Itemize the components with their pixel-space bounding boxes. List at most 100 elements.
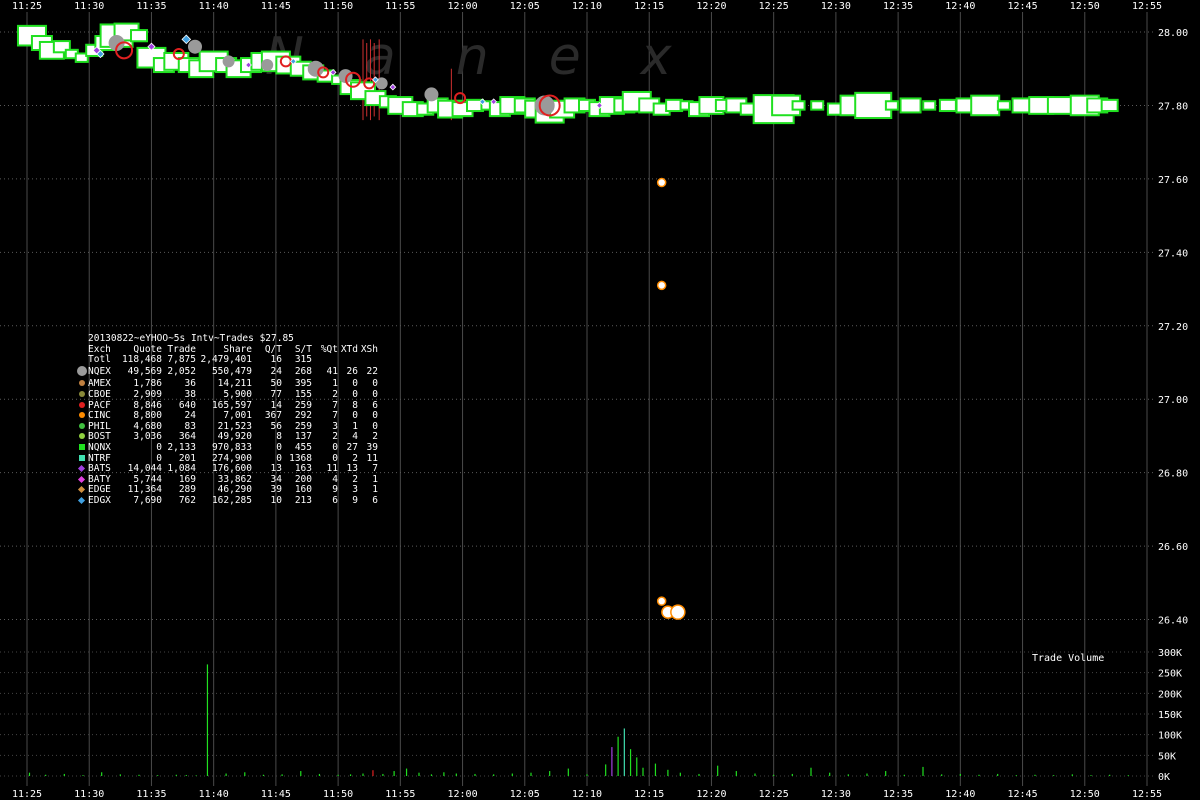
x-tick-label-bottom: 11:25 (12, 789, 42, 800)
vol-tick-label: 250K (1158, 669, 1182, 680)
cell-share: 5,900 (223, 388, 252, 400)
nqex-trade-marker (534, 95, 555, 116)
cell-qt: 77 (270, 388, 282, 400)
cell-quote: 49,569 (127, 366, 162, 378)
x-tick-label-bottom: 11:45 (261, 789, 291, 800)
exchange-stats-table: 20130822~eYHOO~5s Intv~Trades $27.85 Exc… (75, 333, 378, 507)
cell-xtd: 9 (352, 494, 358, 506)
stats-row-nqex: NQEX 49,569 2,052 550,479 24 268 41 26 22 (75, 365, 378, 380)
x-tick-label-bottom: 12:00 (448, 789, 478, 800)
nqnx-trade-marker (938, 98, 957, 113)
cell-trade: 7,875 (167, 354, 196, 366)
bost-marker-icon (75, 432, 88, 443)
cell-xsh: 22 (366, 366, 378, 378)
stats-title: 20130822~eYHOO~5s Intv~Trades $27.85 (88, 333, 294, 344)
cell-xsh: 39 (366, 441, 378, 453)
cell-qt: 16 (270, 354, 282, 366)
cell-exch: NQNX (88, 441, 111, 453)
vol-tick-label: 150K (1158, 710, 1182, 721)
nqnx-trade-marker (884, 100, 899, 111)
x-tick-label-bottom: 11:55 (385, 789, 415, 800)
stats-row-nqnx: NQNX 0 2,133 970,833 0 455 0 27 39 (75, 441, 378, 454)
volume-bars (28, 664, 1129, 776)
y-tick-label: 27.60 (1158, 175, 1188, 186)
x-tick-label-top: 12:45 (1008, 1, 1038, 12)
y-tick-label: 27.40 (1158, 248, 1188, 259)
x-tick-label-top: 12:00 (448, 1, 478, 12)
x-tick-label-bottom: 11:35 (136, 789, 166, 800)
y-tick-label: 27.20 (1158, 322, 1188, 333)
ntrf-marker-icon (75, 454, 88, 465)
x-tick-label-bottom: 12:15 (634, 789, 664, 800)
cell-qt: 0 (276, 441, 282, 453)
vol-tick-label: 200K (1158, 689, 1182, 700)
x-tick-label-top: 12:50 (1070, 1, 1100, 12)
col-xsh: XSh (360, 343, 378, 355)
col-pqt: %Qt (320, 343, 338, 355)
cell-quote: 2,909 (133, 388, 162, 400)
cinc-trade-marker (656, 596, 667, 606)
cell-exch: Totl (88, 354, 111, 366)
x-tick-label-bottom: 11:30 (74, 789, 104, 800)
nqex-trade-marker (261, 59, 274, 72)
x-tick-label-top: 11:45 (261, 1, 291, 12)
nqex-trade-marker (188, 39, 202, 54)
trade-markers (16, 22, 1119, 620)
pacf-marker-icon (75, 401, 88, 412)
nqnx-marker-icon (75, 443, 88, 454)
cell-trade: 38 (184, 388, 196, 400)
edgx-marker-icon (75, 496, 88, 507)
cell-share: 2,479,401 (200, 354, 252, 366)
cinc-trade-marker (656, 177, 667, 188)
x-tick-label-top: 12:05 (510, 1, 540, 12)
x-axis-top: 11:25 11:30 11:35 11:40 11:45 11:50 11:55 12:00… (12, 1, 1162, 12)
cell-qt: 10 (270, 494, 282, 506)
cell-quote: 0 (156, 441, 162, 453)
y-tick-label: 26.60 (1158, 542, 1188, 553)
cell-trade: 762 (178, 494, 196, 506)
cell-xtd: 0 (352, 388, 358, 400)
nqex-marker-icon (75, 365, 88, 380)
cell-st: 213 (294, 494, 312, 506)
y-tick-label: 26.80 (1158, 469, 1188, 480)
cell-xtd: 27 (346, 441, 358, 453)
x-tick-label-top: 12:10 (572, 1, 602, 12)
nqex-trade-marker (424, 87, 439, 102)
cell-trade: 2,052 (167, 366, 196, 378)
cinc-marker-icon (75, 411, 88, 422)
x-tick-label-top: 12:35 (883, 1, 913, 12)
bats-marker-icon (75, 464, 88, 475)
volume-label: Trade Volume (1032, 653, 1104, 664)
x-tick-label-top: 12:15 (634, 1, 664, 12)
x-tick-label-bottom: 12:55 (1132, 789, 1162, 800)
cell-exch: CBOE (88, 388, 111, 400)
cell-share: 162,285 (211, 494, 252, 506)
edge-marker-icon (75, 485, 88, 496)
nqnx-trade-marker (899, 97, 922, 114)
cell-st: 155 (294, 388, 312, 400)
cell-quote: 7,690 (133, 494, 162, 506)
cboe-marker-icon (75, 390, 88, 401)
amex-marker-icon (75, 379, 88, 390)
cell-pqt: 6 (332, 494, 338, 506)
cell-share: 970,833 (211, 441, 252, 453)
x-tick-label-top: 11:30 (74, 1, 104, 12)
cell-pqt: 0 (332, 441, 338, 453)
cell-pqt: 41 (326, 366, 338, 378)
nqnx-trade-marker (791, 100, 806, 111)
phil-marker-icon (75, 422, 88, 433)
nqnx-trade-marker (1100, 98, 1119, 113)
baty-marker-icon (75, 475, 88, 486)
totl-marker-icon (75, 355, 88, 366)
cell-pqt: 2 (332, 388, 338, 400)
y-tick-label: 27.00 (1158, 395, 1188, 406)
stats-row-cboe: CBOE 2,909 38 5,900 77 155 2 0 0 (75, 388, 378, 401)
x-tick-label-top: 12:55 (1132, 1, 1162, 12)
x-tick-label-bottom: 12:05 (510, 789, 540, 800)
vol-tick-label: 300K (1158, 648, 1182, 659)
y-axis-volume: 300K 250K 200K 150K 100K 50K 0K (1158, 648, 1182, 783)
x-tick-label-bottom: 12:50 (1070, 789, 1100, 800)
x-tick-label-top: 12:30 (821, 1, 851, 12)
cell-qt: 24 (270, 366, 282, 378)
x-tick-label-top: 12:20 (696, 1, 726, 12)
